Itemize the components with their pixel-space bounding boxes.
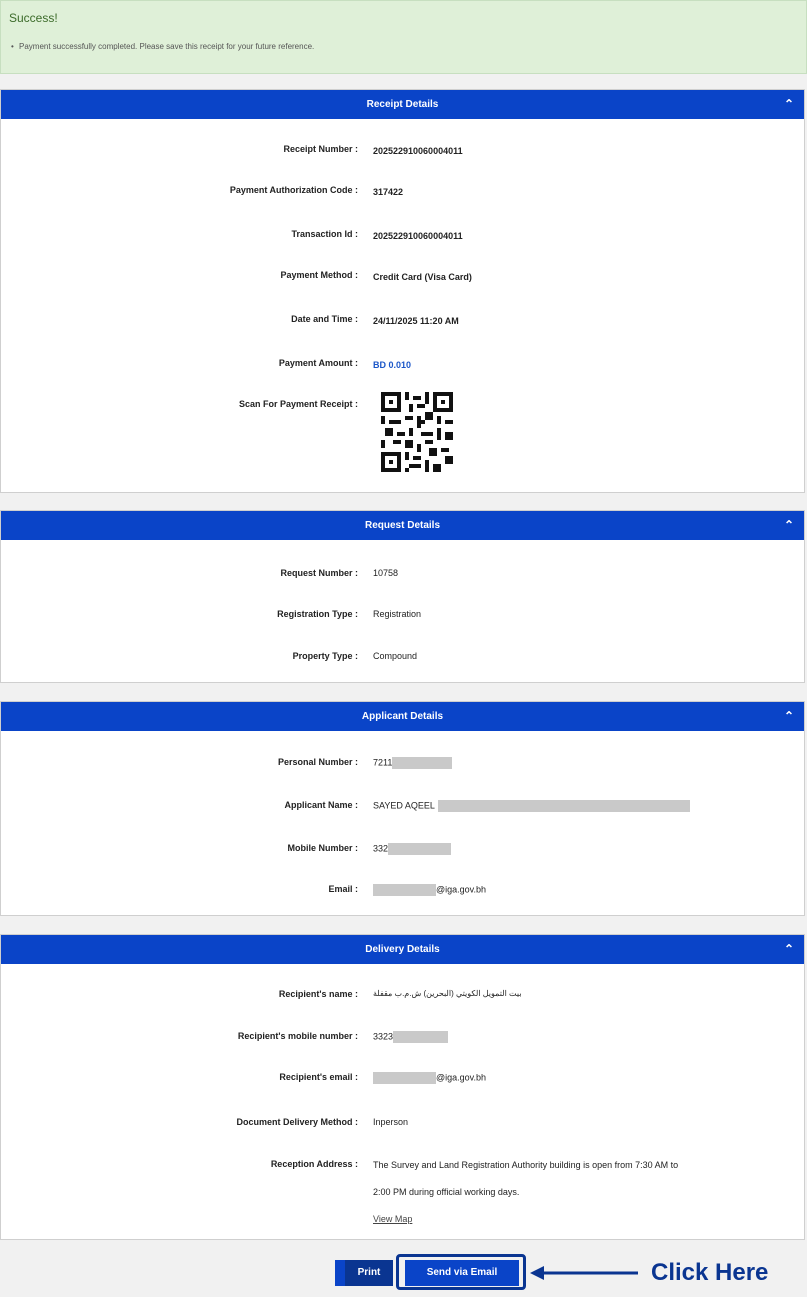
recipient-name-value: بيت التمويل الكويتي (البحرين) ش.م.ب مقفل… bbox=[373, 989, 522, 998]
request-number-value: 10758 bbox=[373, 568, 399, 578]
delivery-details-header[interactable]: Delivery Details ⌃ bbox=[1, 935, 804, 964]
transaction-label: Transaction Id : bbox=[291, 229, 358, 239]
applicant-details-header[interactable]: Applicant Details ⌃ bbox=[1, 702, 804, 731]
mobile-number-row: Mobile Number : 332 bbox=[1, 841, 804, 861]
chevron-up-icon[interactable]: ⌃ bbox=[784, 511, 794, 540]
click-here-callout: Click Here bbox=[651, 1259, 769, 1286]
personal-number-row: Personal Number : 7211 bbox=[1, 755, 804, 775]
auth-code-label: Payment Authorization Code : bbox=[229, 185, 358, 195]
registration-type-value: Registration bbox=[373, 609, 422, 619]
amount-value: BD 0.010 bbox=[373, 360, 412, 370]
datetime-label: Date and Time : bbox=[291, 314, 358, 324]
redaction-mask bbox=[393, 1031, 449, 1043]
delivery-method-row: Document Delivery Method : Inperson bbox=[1, 1115, 804, 1135]
email-suffix: @iga.gov.bh bbox=[436, 884, 487, 895]
datetime-row: Date and Time : 24/11/2025 11:20 AM bbox=[1, 312, 804, 332]
delivery-method-value: Inperson bbox=[373, 1117, 409, 1127]
property-type-value: Compound bbox=[373, 651, 418, 661]
mobile-number-label: Mobile Number : bbox=[287, 843, 358, 853]
transaction-row: Transaction Id : 202522910060004011 bbox=[1, 227, 804, 247]
recipient-name-row: Recipient's name : بيت التمويل الكويتي (… bbox=[1, 987, 804, 1007]
amount-label: Payment Amount : bbox=[278, 358, 358, 368]
auth-code-row: Payment Authorization Code : 317422 bbox=[1, 183, 804, 203]
applicant-details-title: Applicant Details bbox=[361, 711, 444, 722]
alert-title: Success! bbox=[9, 11, 58, 25]
reception-address-value: The Survey and Land Registration Authori… bbox=[373, 1152, 678, 1233]
payment-method-value: Credit Card (Visa Card) bbox=[373, 272, 472, 282]
recipient-mobile-prefix: 3323 bbox=[373, 1031, 394, 1042]
personal-number-label: Personal Number : bbox=[277, 757, 358, 767]
receipt-number-value: 202522910060004011 bbox=[373, 146, 463, 156]
request-number-label: Request Number : bbox=[280, 568, 358, 578]
recipient-email-value: @iga.gov.bh bbox=[373, 1072, 486, 1084]
scan-label: Scan For Payment Receipt : bbox=[238, 399, 358, 409]
email-row: Email : @iga.gov.bh bbox=[1, 882, 804, 902]
datetime-value: 24/11/2025 11:20 AM bbox=[373, 316, 459, 326]
recipient-mobile-value: 3323 bbox=[373, 1031, 449, 1043]
receipt-number-row: Receipt Number : 202522910060004011 bbox=[1, 142, 804, 162]
recipient-email-suffix: @iga.gov.bh bbox=[436, 1072, 487, 1083]
address-line-2: 2:00 PM during official working days. bbox=[373, 1187, 520, 1197]
reception-address-row: Reception Address : The Survey and Land … bbox=[1, 1157, 804, 1227]
request-details-section: Request Details ⌃ Request Number : 10758… bbox=[0, 510, 805, 683]
property-type-row: Property Type : Compound bbox=[1, 649, 804, 669]
auth-code-value: 317422 bbox=[373, 187, 404, 197]
personal-number-value: 7211 bbox=[373, 757, 453, 769]
send-email-button[interactable]: Send via Email bbox=[405, 1260, 519, 1286]
request-number-row: Request Number : 10758 bbox=[1, 566, 804, 586]
view-map-link[interactable]: View Map bbox=[373, 1214, 412, 1224]
receipt-details-title: Receipt Details bbox=[366, 99, 439, 110]
payment-method-row: Payment Method : Credit Card (Visa Card) bbox=[1, 268, 804, 288]
email-label: Email : bbox=[328, 884, 358, 894]
delivery-details-section: Delivery Details ⌃ Recipient's name : بي… bbox=[0, 934, 805, 1240]
applicant-name-row: Applicant Name : SAYED AQEEL bbox=[1, 798, 804, 818]
chevron-up-icon[interactable]: ⌃ bbox=[784, 935, 794, 964]
reception-address-label: Reception Address : bbox=[270, 1159, 358, 1169]
applicant-details-section: Applicant Details ⌃ Personal Number : 72… bbox=[0, 701, 805, 916]
transaction-value: 202522910060004011 bbox=[373, 231, 463, 241]
mobile-number-prefix: 332 bbox=[373, 843, 389, 854]
mobile-number-value: 332 bbox=[373, 843, 452, 855]
email-value: @iga.gov.bh bbox=[373, 884, 486, 896]
qr-code-icon[interactable] bbox=[381, 392, 453, 472]
delivery-method-label: Document Delivery Method : bbox=[236, 1117, 358, 1127]
receipt-details-header[interactable]: Receipt Details ⌃ bbox=[1, 90, 804, 119]
receipt-number-label: Receipt Number : bbox=[283, 144, 358, 154]
success-alert: Success! Payment successfully completed.… bbox=[0, 0, 807, 74]
arrow-left-icon bbox=[530, 1266, 638, 1280]
recipient-mobile-label: Recipient's mobile number : bbox=[237, 1031, 358, 1041]
redaction-mask bbox=[373, 884, 436, 896]
address-line-1: The Survey and Land Registration Authori… bbox=[373, 1160, 679, 1170]
redaction-mask bbox=[392, 757, 453, 769]
property-type-label: Property Type : bbox=[292, 651, 358, 661]
personal-number-prefix: 7211 bbox=[373, 757, 393, 768]
request-details-title: Request Details bbox=[364, 520, 441, 531]
recipient-mobile-row: Recipient's mobile number : 3323 bbox=[1, 1029, 804, 1049]
chevron-up-icon[interactable]: ⌃ bbox=[784, 90, 794, 119]
recipient-name-label: Recipient's name : bbox=[278, 989, 358, 999]
registration-type-row: Registration Type : Registration bbox=[1, 607, 804, 627]
redaction-mask bbox=[388, 843, 452, 855]
recipient-email-label: Recipient's email : bbox=[279, 1072, 358, 1082]
payment-method-label: Payment Method : bbox=[280, 270, 358, 280]
redaction-mask bbox=[373, 1072, 436, 1084]
alert-message: Payment successfully completed. Please s… bbox=[11, 42, 314, 51]
delivery-details-title: Delivery Details bbox=[365, 944, 440, 955]
chevron-up-icon[interactable]: ⌃ bbox=[784, 702, 794, 731]
amount-row: Payment Amount : BD 0.010 bbox=[1, 356, 804, 376]
registration-type-label: Registration Type : bbox=[277, 609, 358, 619]
request-details-header[interactable]: Request Details ⌃ bbox=[1, 511, 804, 540]
applicant-name-prefix: SAYED AQEEL bbox=[373, 800, 435, 811]
redaction-mask bbox=[437, 800, 690, 812]
print-button[interactable]: Print bbox=[345, 1260, 393, 1286]
applicant-name-value: SAYED AQEEL bbox=[373, 800, 690, 812]
applicant-name-label: Applicant Name : bbox=[284, 800, 358, 810]
recipient-email-row: Recipient's email : @iga.gov.bh bbox=[1, 1070, 804, 1090]
